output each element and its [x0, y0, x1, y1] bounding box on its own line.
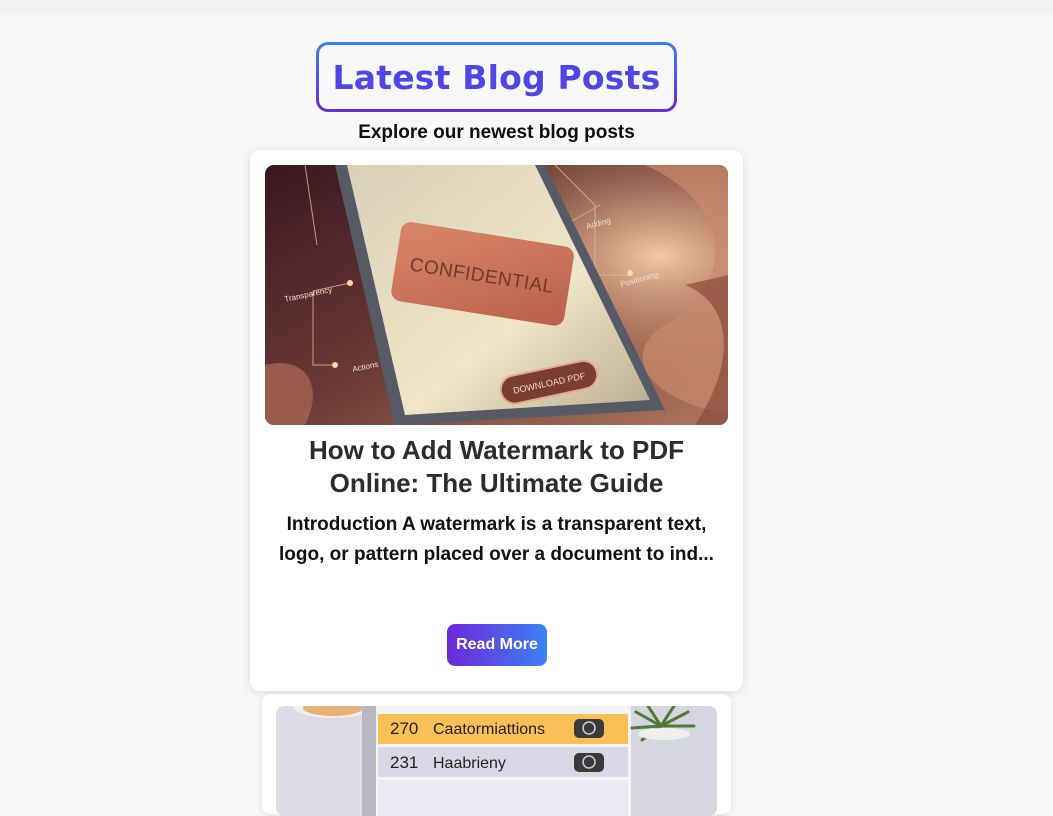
blog-post-card: 270 Caatormiattions 231 Haabrieny [262, 694, 731, 816]
blog-post-card: CONFIDENTIAL DOWNLOAD PDF Adding Positio… [250, 150, 743, 691]
post-excerpt: Introduction A watermark is a transparen… [279, 514, 714, 565]
read-more-button[interactable]: Read More [447, 624, 547, 666]
watermark-pdf-illustration-icon: CONFIDENTIAL DOWNLOAD PDF Adding Positio… [265, 165, 728, 425]
svg-text:Caatormiattions: Caatormiattions [433, 721, 545, 738]
page-subtitle: Explore our newest blog posts [358, 122, 635, 143]
page-title-frame: Latest Blog Posts [316, 42, 677, 112]
post-title[interactable]: How to Add Watermark to PDF Online: The … [290, 434, 703, 500]
svg-text:270: 270 [390, 719, 418, 738]
svg-text:231: 231 [390, 753, 418, 772]
top-bar [0, 0, 1053, 15]
post-thumbnail[interactable]: CONFIDENTIAL DOWNLOAD PDF Adding Positio… [265, 165, 728, 425]
page-title: Latest Blog Posts [332, 57, 661, 97]
post-thumbnail[interactable]: 270 Caatormiattions 231 Haabrieny [276, 706, 717, 816]
svg-text:Haabrieny: Haabrieny [433, 755, 506, 772]
list-illustration-icon: 270 Caatormiattions 231 Haabrieny [276, 706, 717, 816]
